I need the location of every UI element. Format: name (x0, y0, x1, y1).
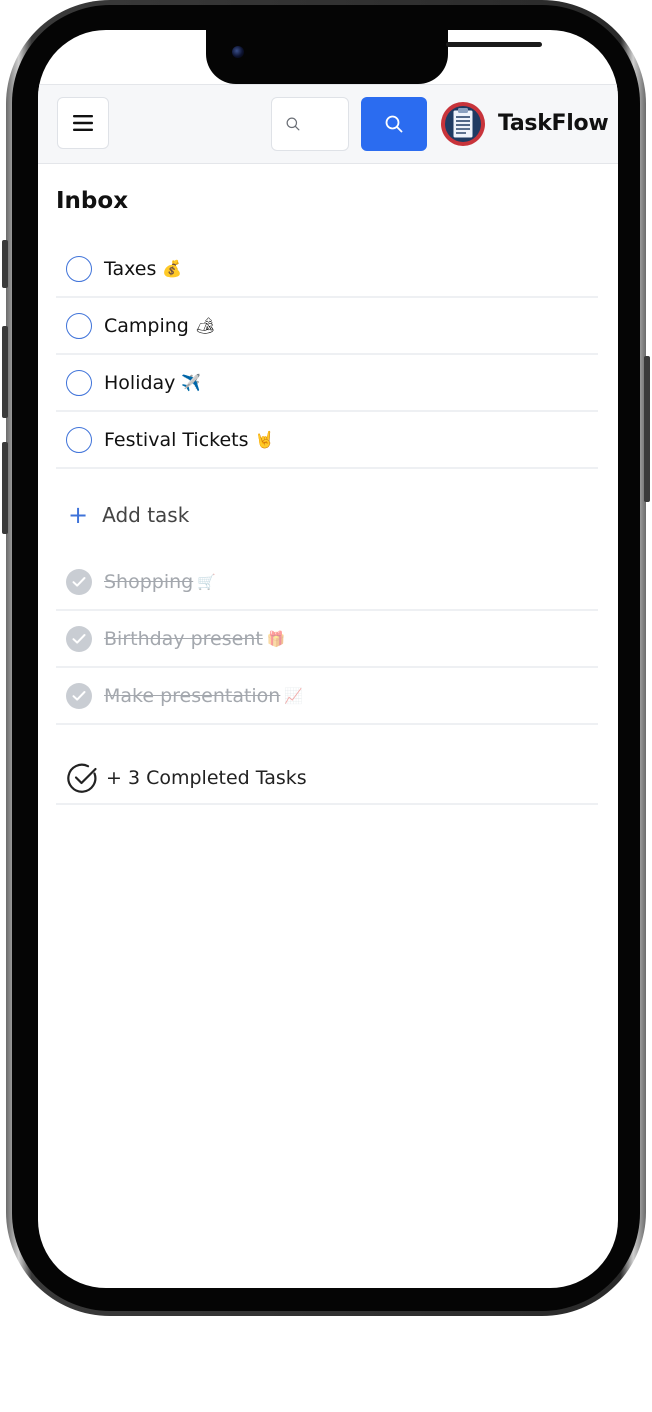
camping-tent-icon: 🏕 (194, 317, 216, 335)
airplane-icon: ✈️ (181, 374, 202, 392)
task-label: Taxes (104, 257, 157, 280)
completed-tasks-toggle[interactable]: + 3 Completed Tasks (56, 752, 598, 805)
task-label: Festival Tickets (104, 428, 249, 451)
search-icon (385, 115, 403, 133)
volume-down-button (2, 442, 8, 534)
volume-up-button (2, 326, 8, 418)
search-button[interactable] (361, 97, 427, 151)
completed-task-list: Shopping 🛒 Birthday present 🎁 Make prese… (56, 554, 598, 725)
app-screen: TaskFlow Inbox Taxes 💰 Camping 🏕 Holiday… (38, 30, 618, 1288)
checkmark-icon[interactable] (66, 568, 92, 595)
task-list: Taxes 💰 Camping 🏕 Holiday ✈️ Festival Ti… (56, 241, 598, 469)
task-row[interactable]: Taxes 💰 (56, 241, 598, 298)
task-row[interactable]: Holiday ✈️ (56, 355, 598, 412)
task-checkbox[interactable] (66, 369, 92, 396)
completed-task-label: Shopping (104, 570, 194, 593)
completed-task-row[interactable]: Make presentation 📈 (56, 668, 598, 725)
task-checkbox[interactable] (66, 426, 92, 453)
add-task-button[interactable]: + Add task (68, 503, 189, 527)
gift-icon: 🎁 (266, 630, 286, 648)
completed-tasks-label: + 3 Completed Tasks (106, 766, 307, 789)
brand-name: TaskFlow (498, 111, 609, 136)
mute-switch (2, 240, 8, 288)
power-button (644, 356, 650, 502)
page-title: Inbox (56, 188, 129, 214)
plus-icon: + (68, 501, 89, 529)
clipboard-list-icon (441, 102, 485, 146)
notch (206, 30, 542, 84)
search-input[interactable] (304, 115, 348, 133)
front-camera-icon (232, 46, 244, 58)
completed-task-label: Make presentation (104, 684, 281, 707)
task-label: Holiday (104, 371, 176, 394)
checkmark-icon[interactable] (66, 625, 92, 652)
search-icon (286, 117, 300, 131)
task-checkbox[interactable] (66, 255, 92, 282)
completed-task-row[interactable]: Birthday present 🎁 (56, 611, 598, 668)
task-row[interactable]: Festival Tickets 🤘 (56, 412, 598, 469)
add-task-label: Add task (102, 503, 190, 527)
task-checkbox[interactable] (66, 312, 92, 339)
circle-check-icon (67, 763, 97, 793)
completed-task-label: Birthday present (104, 627, 263, 650)
hamburger-menu-icon (73, 115, 93, 131)
menu-button[interactable] (57, 97, 109, 149)
task-row[interactable]: Camping 🏕 (56, 298, 598, 355)
chart-increasing-icon: 📈 (284, 687, 304, 705)
search-field[interactable] (271, 97, 349, 151)
completed-task-row[interactable]: Shopping 🛒 (56, 554, 598, 611)
task-label: Camping (104, 314, 189, 337)
shopping-cart-icon: 🛒 (197, 573, 216, 591)
app-header: TaskFlow (38, 84, 618, 164)
speaker-grille (446, 42, 542, 47)
money-bag-icon: 💰 (162, 260, 183, 278)
checkmark-icon[interactable] (66, 682, 92, 709)
rock-on-hand-icon: 🤘 (254, 431, 275, 449)
